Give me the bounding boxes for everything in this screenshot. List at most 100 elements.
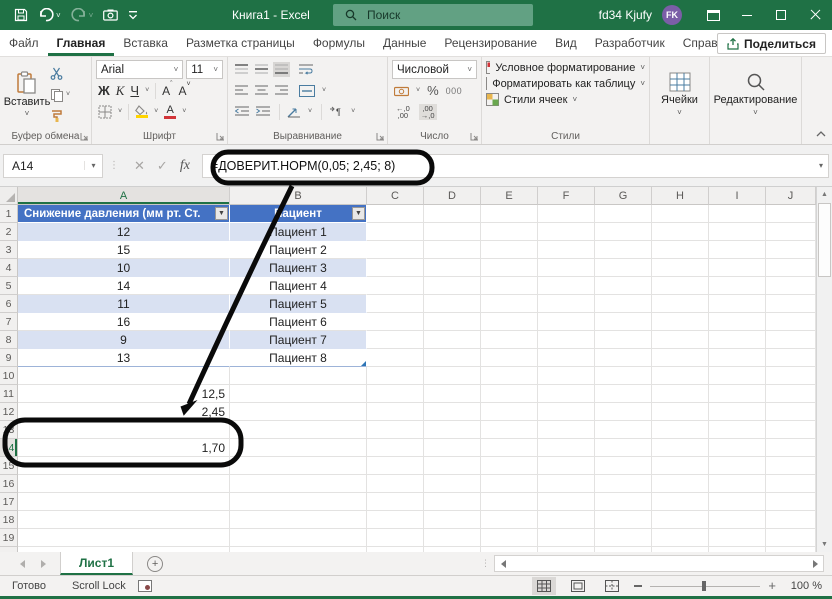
cell-J7[interactable] — [766, 313, 816, 331]
cell-I18[interactable] — [709, 511, 766, 529]
tab-data[interactable]: Данные — [374, 30, 435, 56]
cell-B19[interactable] — [230, 529, 367, 547]
cell-H7[interactable] — [652, 313, 709, 331]
cell-D2[interactable] — [424, 223, 481, 241]
column-header-E[interactable]: E — [481, 187, 538, 205]
cell-E13[interactable] — [481, 421, 538, 439]
row-header-3[interactable]: 3 — [0, 241, 18, 259]
cell-B6[interactable]: Пациент 5 — [230, 295, 367, 313]
cell-C11[interactable] — [367, 385, 424, 403]
user-avatar[interactable]: FK — [662, 5, 682, 25]
cell-J9[interactable] — [766, 349, 816, 367]
row-header-7[interactable]: 7 — [0, 313, 18, 331]
minimize-button[interactable] — [730, 0, 764, 30]
cell-B3[interactable]: Пациент 2 — [230, 241, 367, 259]
cell-F5[interactable] — [538, 277, 595, 295]
cell-H17[interactable] — [652, 493, 709, 511]
cell-E10[interactable] — [481, 367, 538, 385]
column-header-A[interactable]: A — [18, 187, 230, 205]
cell-D6[interactable] — [424, 295, 481, 313]
cell-E4[interactable] — [481, 259, 538, 277]
cell-F1[interactable] — [538, 205, 595, 223]
cell-F10[interactable] — [538, 367, 595, 385]
cell-E15[interactable] — [481, 457, 538, 475]
cell-B4[interactable]: Пациент 3 — [230, 259, 367, 277]
cell-H14[interactable] — [652, 439, 709, 457]
zoom-level[interactable]: 100 % — [786, 580, 822, 592]
cell-D7[interactable] — [424, 313, 481, 331]
page-break-view-button[interactable] — [600, 577, 624, 595]
row-header-9[interactable]: 9 — [0, 349, 18, 367]
cell-J18[interactable] — [766, 511, 816, 529]
normal-view-button[interactable] — [532, 577, 556, 595]
cell-I2[interactable] — [709, 223, 766, 241]
cell-C5[interactable] — [367, 277, 424, 295]
row-header-19[interactable]: 19 — [0, 529, 18, 547]
cell-C13[interactable] — [367, 421, 424, 439]
cell-G14[interactable] — [595, 439, 652, 457]
cell-I16[interactable] — [709, 475, 766, 493]
cell-C3[interactable] — [367, 241, 424, 259]
row-header-16[interactable]: 16 — [0, 475, 18, 493]
cell-B2[interactable]: Пациент 1 — [230, 223, 367, 241]
row-header-12[interactable]: 12 — [0, 403, 18, 421]
cells-group[interactable]: Ячейки ˅ — [650, 57, 710, 144]
accounting-dropdown-icon[interactable]: ˅ — [416, 87, 420, 94]
cell-G15[interactable] — [595, 457, 652, 475]
cell-A15[interactable] — [18, 457, 230, 475]
cell-H2[interactable] — [652, 223, 709, 241]
column-header-C[interactable]: C — [367, 187, 424, 205]
orientation-icon[interactable] — [287, 106, 301, 118]
font-name-combo[interactable]: Arial˅ — [96, 60, 183, 79]
column-header-H[interactable]: H — [652, 187, 709, 205]
cell-D12[interactable] — [424, 403, 481, 421]
font-color-dropdown-icon[interactable]: ˅ — [182, 108, 186, 115]
cell-G16[interactable] — [595, 475, 652, 493]
decrease-font-button[interactable]: А˅ — [179, 84, 191, 98]
search-input[interactable]: Поиск — [333, 4, 533, 26]
name-box[interactable]: A14 ▾ — [3, 154, 103, 178]
cell-H5[interactable] — [652, 277, 709, 295]
cut-button[interactable] — [50, 65, 70, 83]
cell-B14[interactable] — [230, 439, 367, 457]
horizontal-scrollbar[interactable] — [494, 555, 824, 572]
cell-B11[interactable] — [230, 385, 367, 403]
cell-E16[interactable] — [481, 475, 538, 493]
cell-J2[interactable] — [766, 223, 816, 241]
text-direction-dropdown-icon[interactable]: ˅ — [351, 108, 355, 115]
cell-A3[interactable]: 15 — [18, 241, 230, 259]
save-icon[interactable] — [14, 8, 28, 22]
cell-I10[interactable] — [709, 367, 766, 385]
cell-H13[interactable] — [652, 421, 709, 439]
row-header-5[interactable]: 5 — [0, 277, 18, 295]
tab-view[interactable]: Вид — [546, 30, 586, 56]
number-format-combo[interactable]: Числовой˅ — [392, 60, 477, 79]
cell-B1[interactable]: Пациент▼ — [230, 205, 367, 223]
cell-G7[interactable] — [595, 313, 652, 331]
zoom-out-button[interactable] — [634, 585, 642, 587]
clipboard-dialog-launcher-icon[interactable] — [80, 132, 89, 141]
cell-F6[interactable] — [538, 295, 595, 313]
cell-C18[interactable] — [367, 511, 424, 529]
macro-record-icon[interactable] — [138, 580, 152, 592]
cell-H10[interactable] — [652, 367, 709, 385]
cell-D5[interactable] — [424, 277, 481, 295]
cell-F13[interactable] — [538, 421, 595, 439]
number-dialog-launcher-icon[interactable] — [470, 132, 479, 141]
cell-E9[interactable] — [481, 349, 538, 367]
cell-J19[interactable] — [766, 529, 816, 547]
cell-J13[interactable] — [766, 421, 816, 439]
column-header-G[interactable]: G — [595, 187, 652, 205]
borders-dropdown-icon[interactable]: ˅ — [118, 108, 122, 115]
cell-J15[interactable] — [766, 457, 816, 475]
cell-A11[interactable]: 12,5 — [18, 385, 230, 403]
cell-A13[interactable] — [18, 421, 230, 439]
paste-dropdown-icon[interactable]: ˅ — [25, 109, 30, 118]
fill-color-dropdown-icon[interactable]: ˅ — [154, 108, 158, 115]
cell-D16[interactable] — [424, 475, 481, 493]
cell-F15[interactable] — [538, 457, 595, 475]
row-header-13[interactable]: 13 — [0, 421, 18, 439]
cell-B8[interactable]: Пациент 7 — [230, 331, 367, 349]
cell-A19[interactable] — [18, 529, 230, 547]
cell-A1[interactable]: Снижение давления (мм рт. Ст.▼ — [18, 205, 230, 223]
